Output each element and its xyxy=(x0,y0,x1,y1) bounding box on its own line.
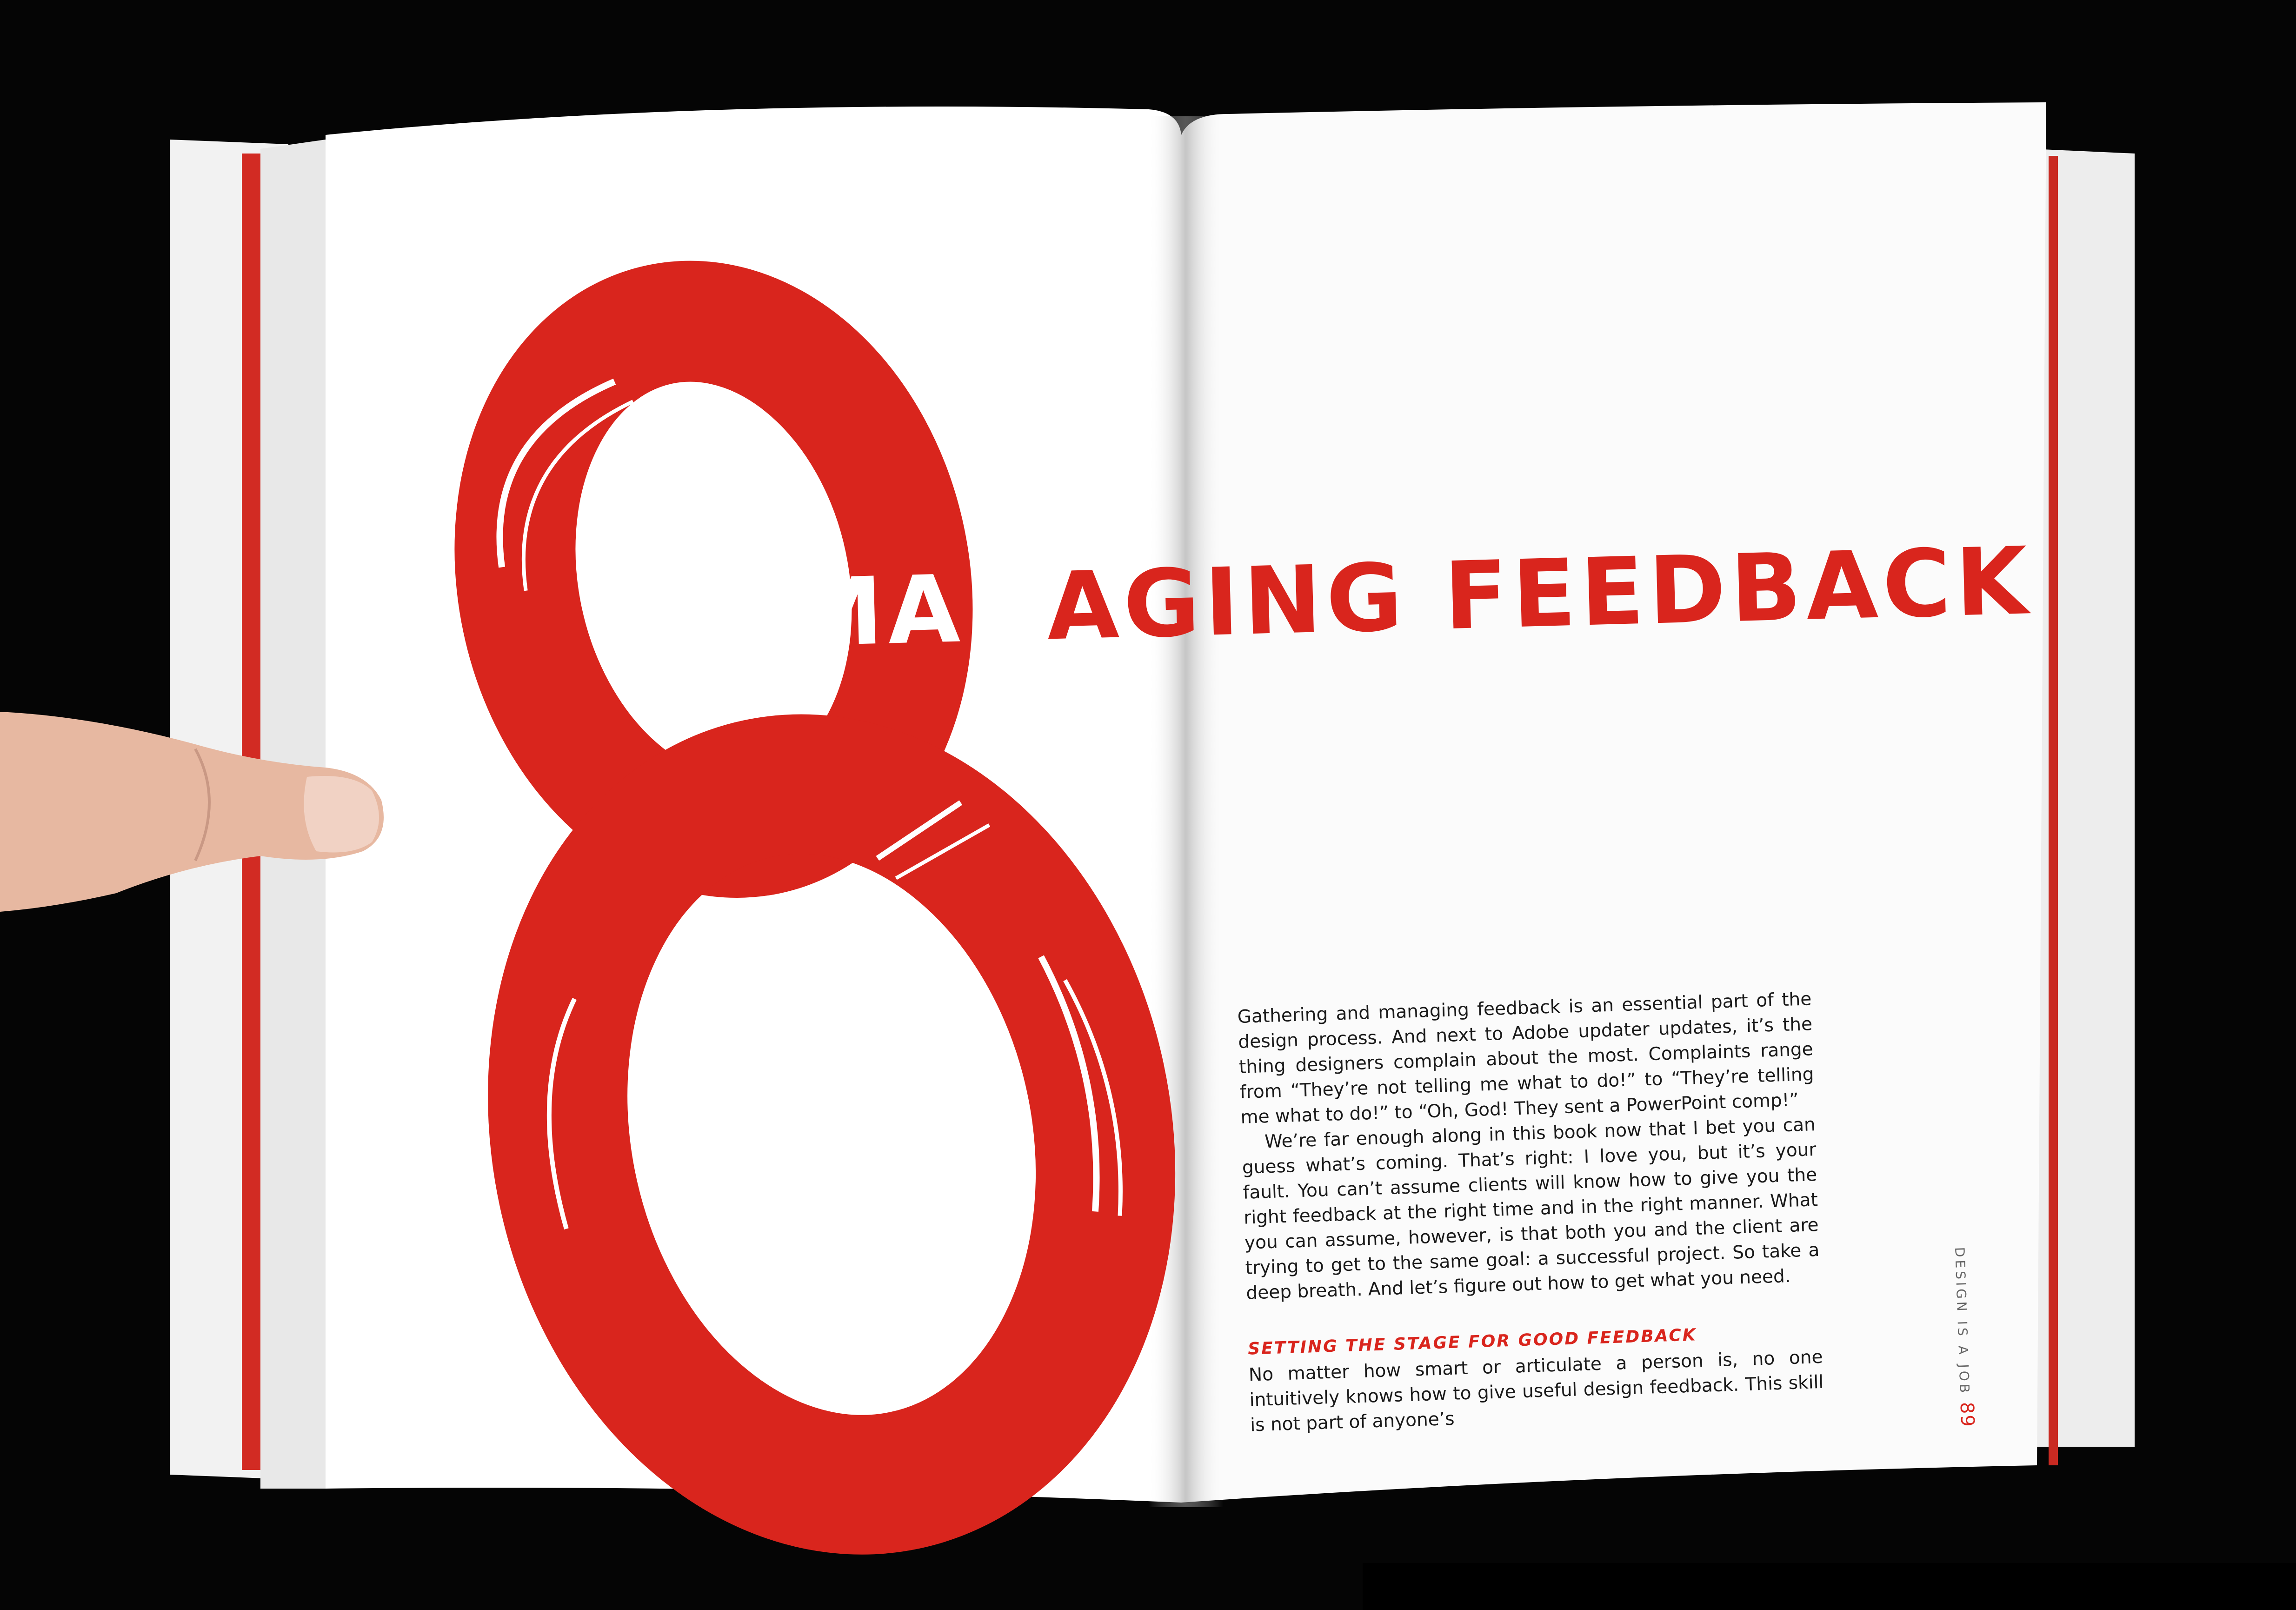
page-number: 89 xyxy=(1956,1402,1978,1428)
gutter-shadow xyxy=(1149,116,1223,1507)
right-red-edge xyxy=(2049,156,2058,1465)
chapter-title: MANAGING FEEDBACK xyxy=(789,525,2034,679)
book-photo-drawing xyxy=(0,0,2296,1610)
running-foot-title: DESIGN IS A JOB xyxy=(1952,1247,1973,1396)
chapter-title-light-part: MAN xyxy=(789,553,1049,668)
body-paragraph-1: Gathering and managing feedback is an es… xyxy=(1237,989,1815,1128)
right-page-stack xyxy=(2032,149,2135,1447)
chapter-body: Gathering and managing feedback is an es… xyxy=(1237,987,1825,1438)
bottom-shadow xyxy=(1363,1563,2296,1610)
fingernail xyxy=(304,776,379,853)
body-paragraph-2: We’re far enough along in this book now … xyxy=(1242,1114,1820,1304)
photo-scene: MANAGING FEEDBACK Gathering and managing… xyxy=(0,0,2296,1610)
